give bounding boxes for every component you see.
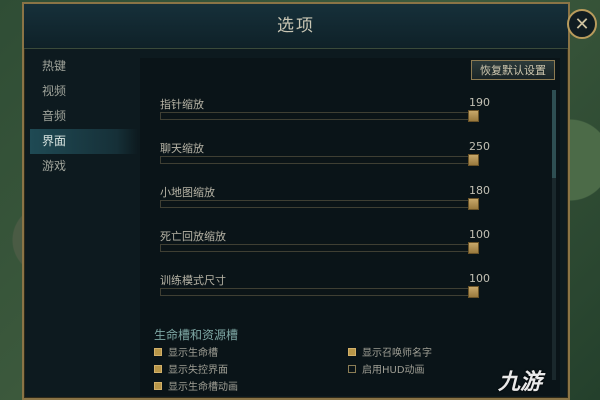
slider-value: 100 xyxy=(469,272,490,285)
checkbox-show-cc-ui[interactable]: 显示失控界面 xyxy=(154,361,228,376)
checkbox-box[interactable] xyxy=(154,364,162,373)
sidebar-item-interface[interactable]: 界面 xyxy=(30,129,138,154)
checkbox-label: 显示失控界面 xyxy=(168,365,228,376)
slider-minimap-scale: 小地图缩放 180 xyxy=(160,184,490,224)
slider-handle[interactable] xyxy=(468,110,479,122)
section-title-health-bars: 生命槽和资源槽 xyxy=(154,328,239,342)
slider-handle[interactable] xyxy=(468,154,479,166)
checkbox-label: 显示生命槽 xyxy=(168,348,218,359)
sidebar-item-game[interactable]: 游戏 xyxy=(30,154,138,179)
watermark-logo: 九游 xyxy=(498,370,543,395)
checkbox-box[interactable] xyxy=(348,364,356,373)
slider-track[interactable] xyxy=(160,242,479,254)
dialog-title: 选项 xyxy=(277,16,315,36)
checkbox-label: 启用HUD动画 xyxy=(362,365,425,376)
slider-track[interactable] xyxy=(160,198,479,210)
settings-panel: 恢复默认设置 指针缩放 190 聊天缩放 250 小地图缩放 180 死亡回放缩放 100 训练… xyxy=(140,58,560,396)
options-sidebar: 热键 视频 音频 界面 游戏 xyxy=(30,54,138,394)
slider-track[interactable] xyxy=(160,154,479,166)
slider-value: 250 xyxy=(469,140,490,153)
slider-fill xyxy=(161,157,474,163)
slider-cursor-scale: 指针缩放 190 xyxy=(160,96,490,136)
checkbox-show-summoner-name[interactable]: 显示召唤师名字 xyxy=(348,344,432,359)
options-dialog: 选项 热键 视频 音频 界面 游戏 恢复默认设置 指针缩放 190 聊天缩放 250 小… xyxy=(22,2,597,400)
sidebar-item-video[interactable]: 视频 xyxy=(30,79,138,104)
slider-handle[interactable] xyxy=(468,198,479,210)
slider-track[interactable] xyxy=(160,110,479,122)
scrollbar-thumb[interactable] xyxy=(552,90,556,178)
checkbox-show-health-anim[interactable]: 显示生命槽动画 xyxy=(154,378,238,393)
slider-label: 指针缩放 xyxy=(160,98,204,111)
slider-value: 180 xyxy=(469,184,490,197)
slider-label: 训练模式尺寸 xyxy=(160,274,226,287)
checkbox-enable-hud-anim[interactable]: 启用HUD动画 xyxy=(348,361,425,376)
checkbox-box[interactable] xyxy=(154,347,162,356)
slider-label: 小地图缩放 xyxy=(160,186,215,199)
slider-value: 100 xyxy=(469,228,490,241)
slider-label: 死亡回放缩放 xyxy=(160,230,226,243)
slider-fill xyxy=(161,245,474,251)
close-button[interactable]: ✕ xyxy=(567,9,597,39)
reset-defaults-button[interactable]: 恢复默认设置 xyxy=(471,60,555,80)
checkbox-label: 显示生命槽动画 xyxy=(168,382,238,393)
checkbox-box[interactable] xyxy=(348,347,356,356)
slider-training-mode-size: 训练模式尺寸 100 xyxy=(160,272,490,312)
sidebar-item-audio[interactable]: 音频 xyxy=(30,104,138,129)
slider-fill xyxy=(161,289,474,295)
slider-label: 聊天缩放 xyxy=(160,142,204,155)
checkbox-box[interactable] xyxy=(154,381,162,390)
checkbox-show-health-bar[interactable]: 显示生命槽 xyxy=(154,344,218,359)
checkbox-label: 显示召唤师名字 xyxy=(362,348,432,359)
slider-track[interactable] xyxy=(160,286,479,298)
slider-fill xyxy=(161,113,474,119)
dialog-titlebar: 选项 xyxy=(24,4,568,49)
sidebar-item-hotkeys[interactable]: 热键 xyxy=(30,54,138,79)
slider-value: 190 xyxy=(469,96,490,109)
slider-death-replay-scale: 死亡回放缩放 100 xyxy=(160,228,490,268)
slider-chat-scale: 聊天缩放 250 xyxy=(160,140,490,180)
scrollbar[interactable] xyxy=(552,90,556,380)
slider-fill xyxy=(161,201,474,207)
slider-handle[interactable] xyxy=(468,242,479,254)
slider-handle[interactable] xyxy=(468,286,479,298)
